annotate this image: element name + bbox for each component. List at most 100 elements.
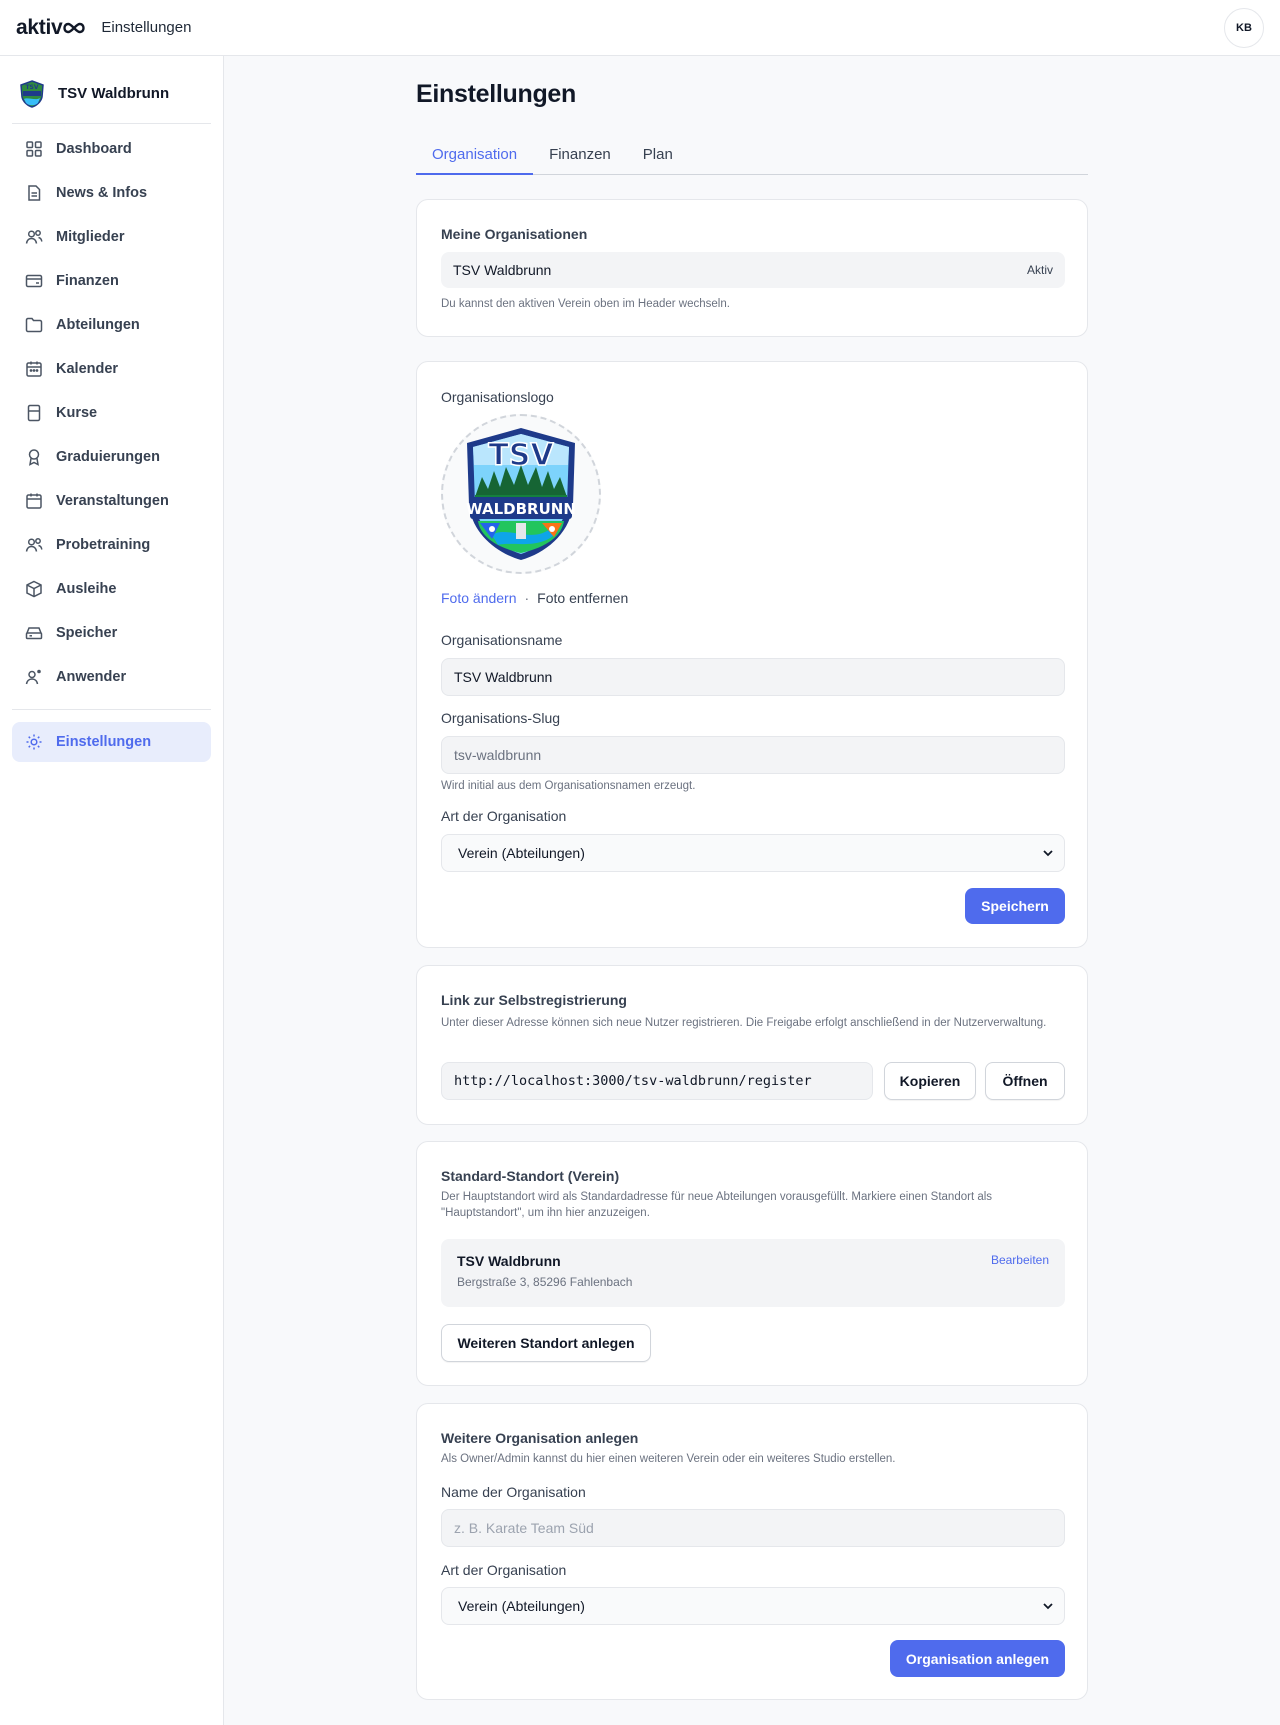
create-organisation-button[interactable]: Organisation anlegen — [890, 1640, 1065, 1677]
status-badge: Aktiv — [1026, 263, 1053, 277]
location-address: Bergstraße 3, 85296 Fahlenbach — [457, 1275, 633, 1289]
sidebar-item-rental[interactable]: Ausleihe — [12, 569, 211, 609]
my-organisations-card: Meine Organisationen TSV Waldbrunn Aktiv… — [416, 199, 1088, 337]
sidebar-item-departments[interactable]: Abteilungen — [12, 305, 211, 345]
slug-hint: Wird initial aus dem Organisationsnamen … — [441, 780, 696, 792]
course-icon — [27, 404, 41, 422]
new-org-type-label: Art der Organisation — [441, 1562, 567, 1578]
sidebar-item-graduations[interactable]: Graduierungen — [12, 437, 211, 477]
hint-text: Du kannst den aktiven Verein oben im Hea… — [441, 298, 730, 310]
folder-icon — [25, 317, 43, 333]
storage-icon — [25, 627, 43, 640]
separator-dot: · — [524, 590, 530, 606]
sidebar-item-users[interactable]: Anwender — [12, 657, 211, 697]
new-org-type-select[interactable]: Verein (Abteilungen) — [441, 1587, 1065, 1625]
sidebar-item-storage[interactable]: Speicher — [12, 613, 211, 653]
add-location-button[interactable]: Weiteren Standort anlegen — [441, 1324, 651, 1362]
crest-text-bottom: WALDBRUNN — [466, 500, 576, 518]
sidebar-item-label: News & Infos — [56, 185, 148, 201]
sidebar-item-dashboard[interactable]: Dashboard — [12, 129, 211, 169]
remove-photo-link[interactable]: Foto entfernen — [537, 590, 628, 606]
section-title: Meine Organisationen — [441, 226, 588, 242]
organisation-slug-input[interactable]: tsv-waldbrunn — [441, 736, 1065, 774]
sidebar-item-members[interactable]: Mitglieder — [12, 217, 211, 257]
chevron-down-icon — [1043, 1603, 1053, 1610]
news-icon — [28, 185, 41, 201]
open-button[interactable]: Öffnen — [985, 1062, 1065, 1100]
location-name: TSV Waldbrunn — [457, 1253, 561, 1269]
tab-organisation[interactable]: Organisation — [416, 138, 534, 175]
sidebar-item-label: Ausleihe — [56, 581, 117, 597]
sidebar-item-settings[interactable]: Einstellungen — [12, 722, 211, 762]
svg-text:TSV: TSV — [25, 84, 38, 91]
sidebar-item-finances[interactable]: Finanzen — [12, 261, 211, 301]
section-description: Der Hauptstandort wird als Standardadres… — [441, 1191, 993, 1219]
sidebar-item-label: Finanzen — [56, 273, 119, 289]
organisation-type-select[interactable]: Verein (Abteilungen) — [441, 834, 1065, 872]
select-value: Verein (Abteilungen) — [458, 845, 585, 861]
club-crest-image: TSV WALDBRUNN — [466, 428, 576, 560]
sidebar-item-news[interactable]: News & Infos — [12, 173, 211, 213]
sidebar-item-label: Veranstaltungen — [56, 493, 169, 509]
sidebar-item-label: Dashboard — [56, 141, 132, 157]
infinity-icon — [63, 22, 86, 33]
registration-link-card: Link zur Selbstregistrierung Unter diese… — [416, 965, 1088, 1125]
trial-users-icon — [25, 538, 43, 552]
sidebar-item-calendar[interactable]: Kalender — [12, 349, 211, 389]
sidebar-item-events[interactable]: Veranstaltungen — [12, 481, 211, 521]
package-icon — [26, 580, 42, 598]
sidebar-item-label: Kurse — [56, 405, 98, 421]
name-label: Organisationsname — [441, 632, 563, 648]
new-org-name-label: Name der Organisation — [441, 1484, 586, 1500]
sidebar-item-label: Probetraining — [56, 537, 151, 553]
organisation-name-input[interactable]: TSV Waldbrunn — [441, 658, 1065, 696]
registration-url-input[interactable]: http://localhost:3000/tsv-waldbrunn/regi… — [441, 1062, 873, 1100]
sidebar-item-label: Kalender — [56, 361, 119, 377]
award-icon — [28, 449, 40, 466]
section-description: Als Owner/Admin kannst du hier einen wei… — [441, 1453, 896, 1465]
calendar-icon — [26, 361, 42, 377]
location-card: TSV Waldbrunn Bergstraße 3, 85296 Fahlen… — [441, 1239, 1065, 1307]
select-value: Verein (Abteilungen) — [458, 1598, 585, 1614]
edit-location-link[interactable]: Bearbeiten — [991, 1253, 1049, 1267]
organisation-row[interactable]: TSV Waldbrunn Aktiv — [441, 252, 1065, 288]
settings-tabs: Organisation Finanzen Plan — [416, 138, 1088, 175]
top-header: aktiv Einstellungen KB — [0, 0, 1280, 56]
sidebar-divider — [12, 709, 211, 710]
new-organisation-card: Weitere Organisation anlegen Als Owner/A… — [416, 1403, 1088, 1700]
photo-actions: Foto ändern · Foto entfernen — [441, 590, 628, 606]
default-location-card: Standard-Standort (Verein) Der Hauptstan… — [416, 1141, 1088, 1386]
wallet-icon — [25, 274, 43, 288]
tab-plan[interactable]: Plan — [627, 138, 689, 175]
org-switcher[interactable]: TSV TSV Waldbrunn — [12, 64, 211, 124]
settings-icon — [26, 734, 42, 750]
section-title: Link zur Selbstregistrierung — [441, 992, 627, 1008]
user-avatar[interactable]: KB — [1224, 8, 1264, 48]
chevron-down-icon — [1043, 850, 1053, 857]
section-title: Standard-Standort (Verein) — [441, 1168, 620, 1184]
sidebar-item-courses[interactable]: Kurse — [12, 393, 211, 433]
organisation-name: TSV Waldbrunn — [453, 262, 552, 278]
page-title: Einstellungen — [416, 80, 577, 108]
save-button[interactable]: Speichern — [965, 888, 1065, 924]
tab-finances[interactable]: Finanzen — [533, 138, 627, 175]
logo-label: Organisationslogo — [441, 389, 554, 405]
organisation-logo[interactable]: TSV WALDBRUNN — [441, 414, 601, 574]
brand-logo[interactable]: aktiv — [16, 15, 86, 40]
sidebar-item-trial[interactable]: Probetraining — [12, 525, 211, 565]
organisation-settings-card: Organisationslogo TSV WALDBRUNN Foto änd… — [416, 361, 1088, 948]
sidebar-item-label: Einstellungen — [56, 734, 152, 750]
sidebar-item-label: Abteilungen — [56, 317, 140, 333]
type-label: Art der Organisation — [441, 808, 567, 824]
sidebar-item-label: Speicher — [56, 625, 118, 641]
section-title: Weitere Organisation anlegen — [441, 1430, 639, 1446]
brand-text: aktiv — [16, 15, 63, 39]
org-logo-icon: TSV — [20, 79, 44, 108]
change-photo-link[interactable]: Foto ändern — [441, 590, 517, 606]
slug-label: Organisations-Slug — [441, 710, 561, 726]
copy-button[interactable]: Kopieren — [884, 1062, 976, 1100]
new-org-name-input[interactable]: z. B. Karate Team Süd — [441, 1509, 1065, 1547]
sidebar-item-label: Graduierungen — [56, 449, 160, 465]
org-name: TSV Waldbrunn — [58, 85, 170, 102]
sidebar: TSV TSV Waldbrunn Dashboard News & Infos… — [0, 56, 224, 1725]
